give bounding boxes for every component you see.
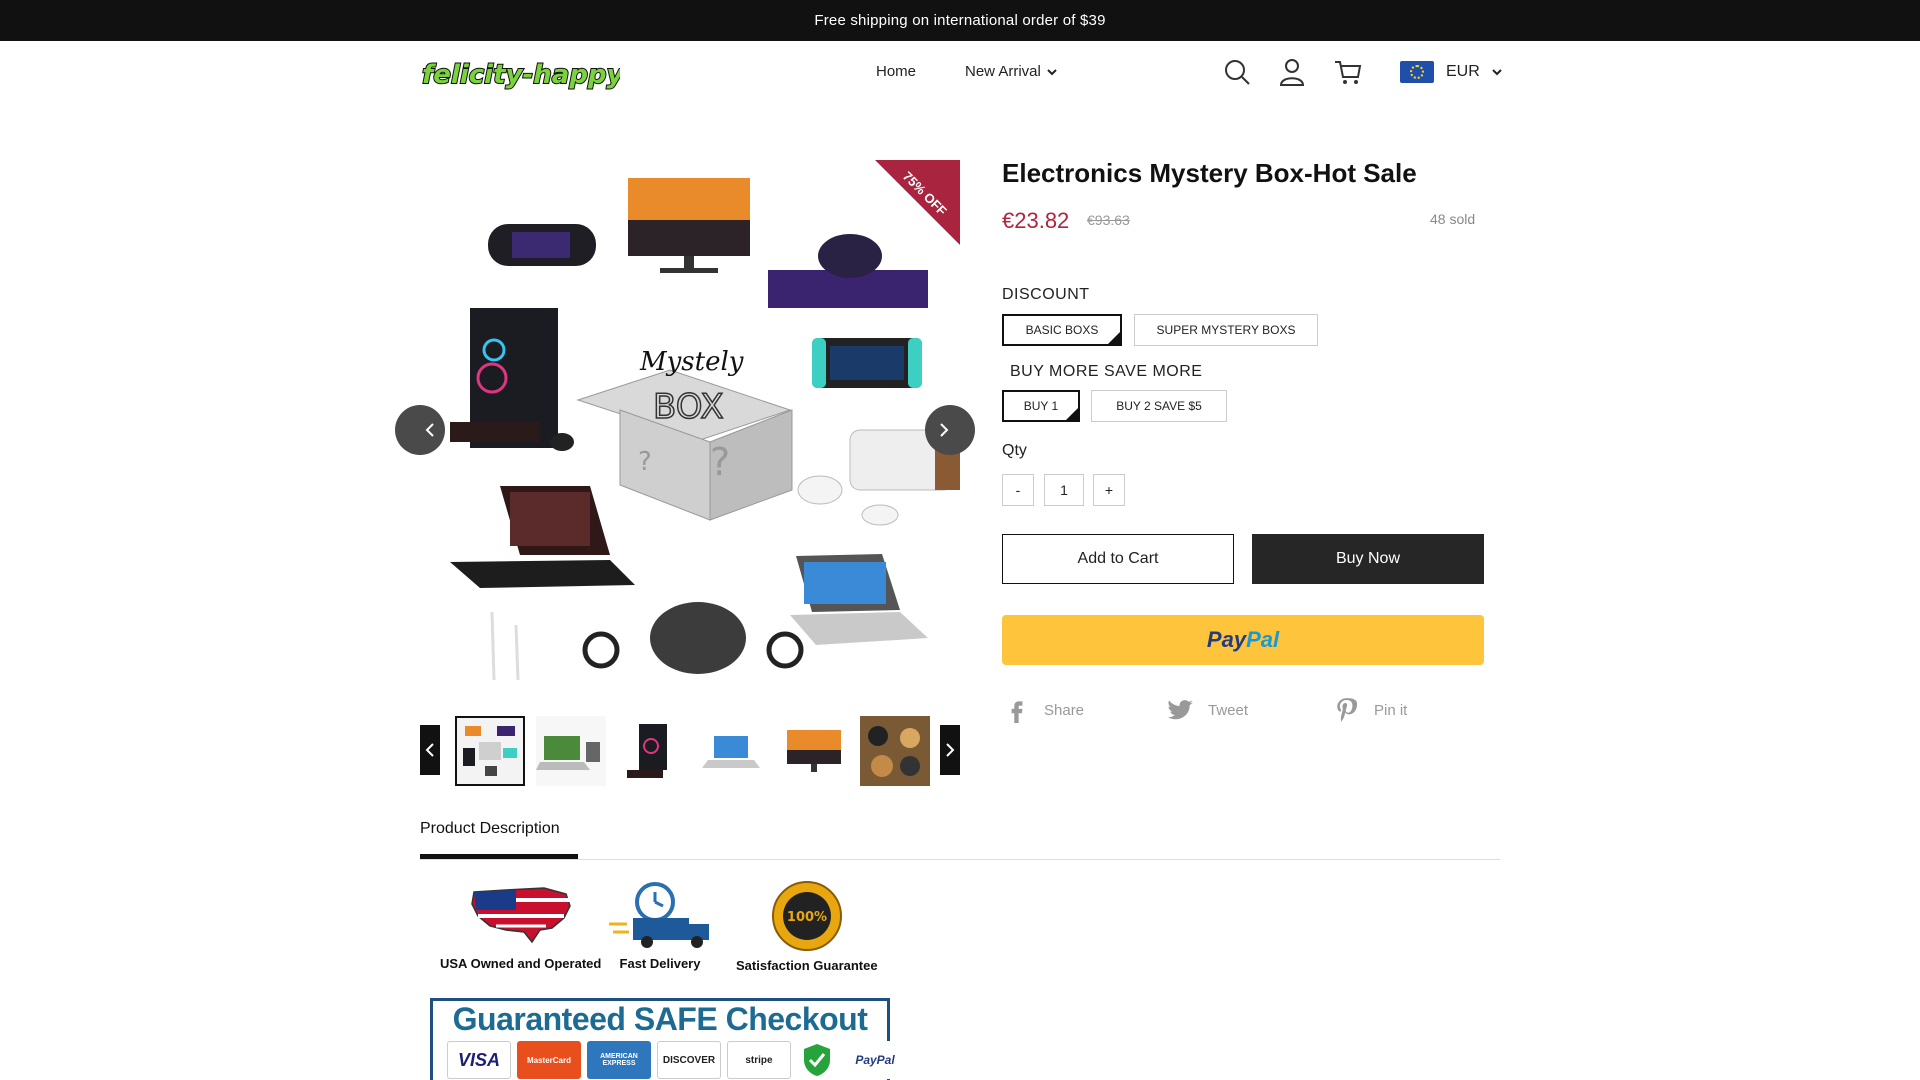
quantity-decrease-button[interactable]: - (1002, 474, 1034, 506)
chevron-right-icon (940, 423, 949, 437)
mastercard-logo: MasterCard (517, 1041, 581, 1079)
site-logo[interactable]: felicity-happy (420, 55, 620, 95)
box-caption-text: Mystely (639, 347, 744, 377)
discover-logo: DISCOVER (657, 1041, 721, 1079)
box-question-mark-2: ? (710, 440, 730, 484)
paypal-logo-pay: Pay (1206, 627, 1247, 652)
nav-new-arrival[interactable]: New Arrival (965, 63, 1057, 80)
chevron-left-icon (425, 743, 434, 757)
quantity-label: Qty (1002, 442, 1027, 459)
pinterest-icon (1337, 698, 1358, 722)
chevron-down-icon (1047, 68, 1057, 75)
guarantee-seal-text: 100% (787, 910, 827, 925)
chevron-right-icon (946, 743, 955, 757)
share-facebook[interactable]: Share (1004, 697, 1084, 723)
tab-product-description[interactable]: Product Description (420, 820, 578, 859)
thumbs-prev-button[interactable] (420, 725, 440, 775)
search-icon[interactable] (1222, 57, 1252, 87)
stripe-logo: stripe (727, 1041, 791, 1079)
trust-badge-delivery: Fast Delivery (605, 880, 715, 971)
eu-flag-icon (1400, 61, 1434, 83)
option-super-mystery-boxs[interactable]: SUPER MYSTERY BOXS (1134, 314, 1318, 346)
add-to-cart-button[interactable]: Add to Cart (1002, 534, 1234, 584)
site-header: felicity-happy Home New Arrival EUR (0, 41, 1920, 107)
cart-icon[interactable] (1333, 57, 1363, 87)
share-twitter-label: Tweet (1208, 701, 1249, 719)
option-buy-1[interactable]: BUY 1 (1002, 390, 1080, 422)
trust-badge-usa: USA Owned and Operated (440, 880, 601, 971)
share-twitter[interactable]: Tweet (1168, 697, 1248, 723)
trust-badge-delivery-caption: Fast Delivery (619, 956, 701, 971)
thumbnail-strip (420, 716, 960, 786)
user-icon[interactable] (1277, 57, 1307, 87)
share-pinterest[interactable]: Pin it (1334, 697, 1407, 723)
thumbnail-headphones[interactable] (860, 716, 930, 786)
paypal-logo: PayPal (843, 1041, 907, 1079)
trust-badge-guarantee-caption: Satisfaction Guarantee (736, 958, 878, 973)
box-question-mark-1: ? (638, 447, 652, 477)
product-tabs: Product Description (420, 820, 1500, 860)
gallery-prev-button[interactable] (395, 405, 445, 455)
quantity-input[interactable]: 1 (1044, 474, 1084, 506)
safe-checkout-banner: Guaranteed SAFE Checkout VISA MasterCard… (430, 998, 907, 1080)
nav-home[interactable]: Home (876, 63, 916, 80)
chevron-left-icon (425, 423, 434, 437)
promo-text: Free shipping on international order of … (814, 12, 1106, 29)
nav-new-arrival-label: New Arrival (965, 63, 1041, 80)
money-back-seal-icon: 100% (771, 881, 842, 951)
usa-map-icon (470, 887, 571, 944)
product-original-price: €93.63 (1087, 212, 1130, 228)
buy-now-button[interactable]: Buy Now (1252, 534, 1484, 584)
bundle-option-label: BUY MORE SAVE MORE (1010, 363, 1203, 380)
safe-checkout-title: Guaranteed SAFE Checkout (452, 1001, 868, 1037)
product-price: €23.82 (1002, 208, 1070, 233)
delivery-truck-icon (609, 882, 709, 948)
sold-count: 48 sold (1430, 211, 1476, 227)
currency-code: EUR (1446, 63, 1480, 80)
share-facebook-label: Share (1044, 701, 1085, 719)
thumbnail-mystery-box[interactable] (455, 716, 525, 786)
share-pinterest-label: Pin it (1374, 701, 1408, 719)
payment-methods: VISA MasterCard AMERICAN EXPRESS DISCOVE… (447, 1041, 907, 1079)
thumbnail-monitor[interactable] (779, 716, 849, 786)
option-buy-2-save-5[interactable]: BUY 2 SAVE $5 (1091, 390, 1227, 422)
visa-logo: VISA (447, 1041, 511, 1079)
promo-bar: Free shipping on international order of … (0, 0, 1920, 41)
thumbs-next-button[interactable] (940, 725, 960, 775)
currency-selector[interactable]: EUR (1400, 61, 1502, 83)
paypal-button[interactable]: Pay Pal (1002, 615, 1484, 665)
twitter-icon (1168, 700, 1193, 720)
gallery-next-button[interactable] (925, 405, 975, 455)
trust-badge-guarantee: 100% Satisfaction Guarantee (736, 880, 878, 973)
discount-option-label: DISCOUNT (1002, 286, 1090, 303)
box-label-text: BOX (653, 387, 724, 427)
amex-logo: AMERICAN EXPRESS (587, 1041, 651, 1079)
discount-badge: 75% OFF (875, 160, 960, 245)
thumbnail-gaming-pc[interactable] (617, 716, 687, 786)
facebook-icon (1011, 701, 1023, 723)
paypal-logo-pal: Pal (1246, 627, 1280, 652)
chevron-down-icon (1492, 69, 1502, 76)
product-title: Electronics Mystery Box-Hot Sale (1002, 158, 1417, 188)
quantity-increase-button[interactable]: + (1093, 474, 1125, 506)
thumbnail-laptop-accessories[interactable] (536, 716, 606, 786)
trust-badge-usa-caption: USA Owned and Operated (440, 956, 602, 971)
secure-check-icon (797, 1041, 837, 1079)
svg-text:felicity-happy: felicity-happy (422, 60, 620, 90)
option-basic-boxs[interactable]: BASIC BOXS (1002, 314, 1122, 346)
thumbnail-laptop[interactable] (698, 716, 768, 786)
